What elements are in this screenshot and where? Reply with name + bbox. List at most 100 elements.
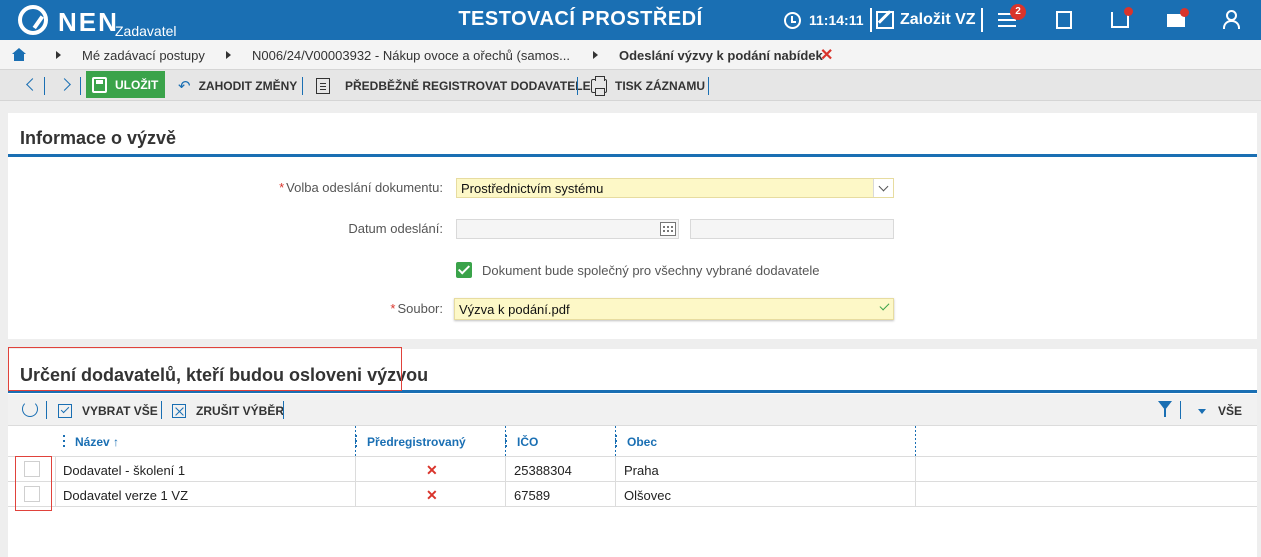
view-all-dropdown[interactable]: VŠE [1198, 402, 1242, 420]
notification-badge: 2 [1010, 4, 1026, 20]
toolbar-divider [1180, 401, 1181, 419]
column-menu-icon[interactable] [355, 435, 357, 447]
supplier-ico: 67589 [514, 488, 551, 503]
preregister-supplier-button[interactable]: PŘEDBĚŽNĚ REGISTROVAT DODAVATELE [316, 77, 591, 95]
breadcrumb-arrow-icon [593, 51, 598, 59]
highlight-frame [15, 456, 52, 511]
select-all-icon [58, 404, 72, 418]
next-record-icon[interactable] [58, 77, 74, 93]
send-choice-label: * Volba odeslání dokumentu: [279, 180, 443, 195]
clear-selection-label: ZRUŠIT VÝBĚR [196, 404, 285, 418]
environment-label: TESTOVACÍ PROSTŘEDÍ [458, 8, 703, 30]
calculator-icon[interactable] [1052, 8, 1076, 32]
logo-text: NEN [58, 7, 119, 37]
info-panel-title: Informace o výzvě [20, 128, 177, 148]
clear-selection-icon [172, 404, 186, 418]
print-record-button[interactable]: TISK ZÁZNAMU [591, 76, 705, 96]
send-choice-label-text: Volba odeslání dokumentu: [286, 180, 443, 195]
column-header-name-label: Název ↑ [75, 435, 120, 449]
file-value: Výzva k podání.pdf [459, 302, 570, 317]
required-marker: * [279, 180, 285, 195]
supplier-name: Dodavatel - školení 1 [63, 463, 186, 478]
column-menu-icon[interactable] [505, 435, 507, 447]
column-header-name[interactable]: Název ↑ [63, 435, 119, 449]
clear-selection-button[interactable]: ZRUŠIT VÝBĚR [172, 402, 284, 420]
send-time-field[interactable] [690, 219, 894, 239]
discard-label: ZAHODIT ZMĚNY [198, 79, 298, 93]
toolbar-divider [80, 77, 81, 95]
caret-down-icon [1198, 408, 1206, 414]
supplier-city: Praha [624, 463, 659, 478]
breadcrumb-arrow-icon [56, 51, 61, 59]
select-all-button[interactable]: VYBRAT VŠE [58, 402, 158, 420]
home-icon[interactable] [12, 48, 26, 61]
clock-icon [784, 11, 801, 29]
breadcrumb-item-current: Odeslání výzvy k podání nabídek [619, 48, 823, 63]
column-header-ico-label: IČO [517, 435, 539, 449]
breadcrumb: Mé zadávací postupy N006/24/V00003932 - … [0, 40, 1261, 69]
calendar-icon[interactable] [660, 222, 676, 236]
mail-alert-dot [1180, 8, 1189, 17]
column-divider[interactable] [915, 426, 916, 457]
table-row[interactable]: Dodavatel verze 1 VZ ✕ 67589 Olšovec [8, 482, 1257, 507]
top-divider [870, 8, 872, 32]
view-all-label: VŠE [1218, 404, 1243, 418]
user-icon[interactable] [1220, 8, 1244, 32]
chevron-down-icon[interactable] [873, 179, 893, 197]
top-divider [981, 8, 983, 32]
shared-document-checkbox[interactable] [456, 262, 472, 278]
save-label: ULOŽIT [115, 77, 159, 92]
select-all-label: VYBRAT VŠE [82, 404, 158, 418]
toolbar-divider [302, 77, 303, 95]
document-icon [316, 78, 330, 94]
supplier-city: Olšovec [624, 488, 671, 503]
preregister-label: PŘEDBĚŽNĚ REGISTROVAT DODAVATELE [345, 79, 591, 93]
checkmark-icon [879, 300, 890, 311]
column-header-preregistered-label: Předregistrovaný [367, 435, 466, 449]
required-marker: * [390, 301, 396, 316]
refresh-icon[interactable] [22, 401, 38, 417]
column-header-city[interactable]: Obec [615, 435, 657, 449]
supplier-grid-toolbar: VYBRAT VŠE ZRUŠIT VÝBĚR VŠE [8, 394, 1257, 426]
filter-icon[interactable] [1158, 401, 1172, 417]
column-menu-icon[interactable] [63, 435, 65, 447]
not-preregistered-icon: ✕ [426, 487, 438, 503]
column-menu-icon[interactable] [615, 435, 617, 447]
toolbar-divider [161, 401, 162, 419]
section-rule [8, 154, 1257, 157]
save-button[interactable]: ULOŽIT [86, 71, 165, 98]
menu-icon[interactable]: 2 [996, 4, 1026, 32]
printer-icon [591, 76, 607, 96]
send-choice-select[interactable]: Prostřednictvím systému [456, 178, 894, 198]
floppy-icon [92, 76, 107, 93]
breadcrumb-item-my-procedures[interactable]: Mé zadávací postupy [82, 48, 205, 63]
column-header-ico[interactable]: IČO [505, 435, 538, 449]
logo-subtitle: Zadavatel [115, 23, 177, 39]
toolbar-divider [44, 77, 45, 95]
close-icon[interactable]: ✕ [820, 45, 833, 65]
supplier-ico: 25388304 [514, 463, 572, 478]
supplier-name: Dodavatel verze 1 VZ [63, 488, 189, 503]
file-label-text: Soubor: [397, 301, 443, 316]
file-field[interactable]: Výzva k podání.pdf [454, 298, 894, 320]
action-toolbar: ULOŽIT ↶ ZAHODIT ZMĚNY PŘEDBĚŽNĚ REGISTR… [0, 69, 1261, 101]
highlight-frame [8, 347, 402, 391]
send-date-field[interactable] [456, 219, 679, 239]
toolbar-divider [577, 77, 578, 95]
print-label: TISK ZÁZNAMU [615, 79, 705, 93]
previous-record-icon[interactable] [22, 77, 38, 93]
column-header-preregistered[interactable]: Předregistrovaný [355, 435, 466, 449]
toolbar-divider [708, 77, 709, 95]
breadcrumb-item-procedure[interactable]: N006/24/V00003932 - Nákup ovoce a ořechů… [252, 48, 570, 63]
table-row[interactable]: Dodavatel - školení 1 ✕ 25388304 Praha [8, 457, 1257, 482]
create-vz-button[interactable]: Založit VZ [876, 8, 976, 32]
inbox-alert-dot [1124, 7, 1133, 16]
inbox-icon[interactable] [1108, 7, 1133, 32]
session-clock: 11:14:11 [784, 9, 864, 31]
info-panel: Informace o výzvě * Volba odeslání dokume… [8, 113, 1257, 339]
toolbar-divider [46, 401, 47, 419]
discard-changes-button[interactable]: ↶ ZAHODIT ZMĚNY [178, 77, 297, 95]
send-choice-value: Prostřednictvím systému [461, 181, 604, 196]
mail-icon[interactable] [1164, 8, 1189, 32]
edit-icon [876, 11, 894, 29]
